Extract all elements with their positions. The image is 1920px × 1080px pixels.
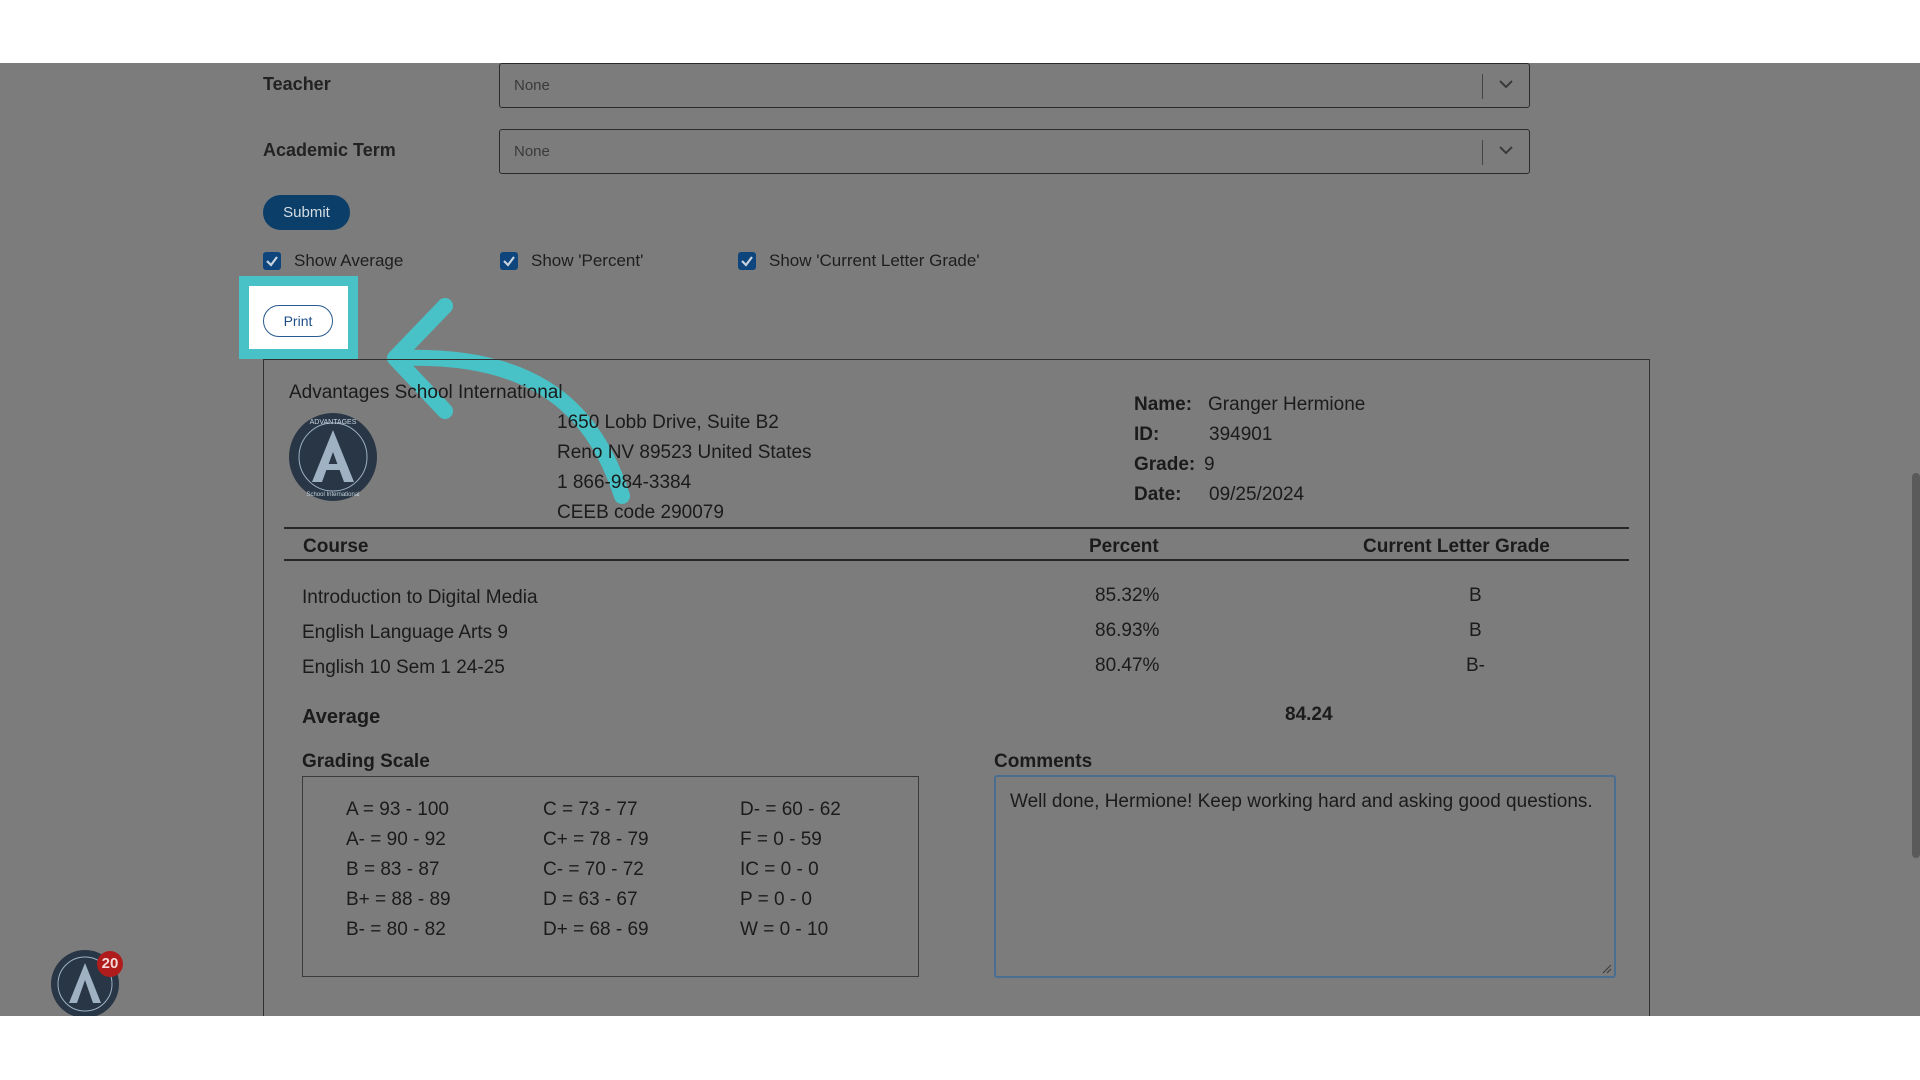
grading-scale-title: Grading Scale	[302, 751, 430, 772]
address-line-4: CEEB code 290079	[557, 502, 724, 523]
scale-entry: B- = 80 - 82	[346, 919, 446, 940]
print-highlight-inner: Print	[249, 286, 348, 349]
address-line-2: Reno NV 89523 United States	[557, 442, 812, 463]
table-top-divider	[284, 527, 1629, 529]
submit-button[interactable]: Submit	[263, 195, 350, 230]
address-line-3: 1 866-984-3384	[557, 472, 692, 493]
average-value: 84.24	[1285, 704, 1333, 725]
logo-subtext: School International	[306, 492, 359, 498]
select-separator	[1482, 140, 1483, 165]
resize-handle-icon[interactable]	[1602, 964, 1612, 974]
select-separator	[1482, 74, 1483, 99]
teacher-select[interactable]: None	[499, 63, 1530, 108]
scale-entry: D = 63 - 67	[543, 889, 638, 910]
school-logo: ADVANTAGES School International	[289, 413, 377, 501]
course-letter-grade: B	[1469, 585, 1482, 606]
teacher-label: Teacher	[263, 74, 331, 94]
course-letter-grade: B-	[1466, 655, 1485, 676]
print-button[interactable]: Print	[263, 305, 333, 337]
scale-entry: W = 0 - 10	[740, 919, 829, 940]
course-percent: 86.93%	[1095, 620, 1160, 641]
show-letter-grade-checkbox[interactable]	[738, 252, 756, 270]
academic-term-label: Academic Term	[263, 140, 396, 160]
logo-text: ADVANTAGES	[310, 419, 357, 426]
course-column-header: Course	[303, 536, 369, 557]
school-name: Advantages School International	[289, 382, 563, 403]
scale-entry: A = 93 - 100	[346, 799, 449, 820]
report-card: Advantages School International ADVANTAG…	[263, 359, 1650, 1016]
average-label: Average	[302, 706, 381, 728]
student-id: 394901	[1209, 424, 1273, 445]
course-name: Introduction to Digital Media	[302, 587, 538, 608]
scale-entry: F = 0 - 59	[740, 829, 822, 850]
print-highlight-box: Print	[239, 276, 358, 359]
notification-badge: 20	[97, 951, 123, 977]
checkmark-icon	[741, 256, 753, 267]
teacher-select-value: None	[514, 77, 550, 94]
scale-entry: B+ = 88 - 89	[346, 889, 451, 910]
scale-entry: IC = 0 - 0	[740, 859, 819, 880]
percent-column-header: Percent	[1089, 536, 1159, 557]
course-percent: 85.32%	[1095, 585, 1160, 606]
course-letter-grade: B	[1469, 620, 1482, 641]
scale-entry: D+ = 68 - 69	[543, 919, 649, 940]
student-grade: 9	[1204, 454, 1215, 475]
page-scrollbar[interactable]	[1912, 473, 1920, 858]
checkmark-icon	[266, 256, 278, 267]
scale-entry: A- = 90 - 92	[346, 829, 446, 850]
scale-entry: C = 73 - 77	[543, 799, 638, 820]
letter-grade-column-header: Current Letter Grade	[1363, 536, 1550, 557]
report-date-label: Date:	[1134, 484, 1182, 505]
student-id-label: ID:	[1134, 424, 1160, 445]
scale-entry: P = 0 - 0	[740, 889, 813, 910]
comments-title: Comments	[994, 751, 1093, 772]
chevron-down-icon[interactable]	[1497, 75, 1515, 93]
scale-entry: C+ = 78 - 79	[543, 829, 649, 850]
page-viewport: Teacher None Academic Term None Submit S…	[0, 63, 1920, 1016]
report-date: 09/25/2024	[1209, 484, 1305, 505]
student-grade-label: Grade:	[1134, 454, 1196, 475]
course-percent: 80.47%	[1095, 655, 1160, 676]
course-name: English Language Arts 9	[302, 622, 508, 643]
address-line-1: 1650 Lobb Drive, Suite B2	[557, 412, 779, 433]
show-letter-grade-label[interactable]: Show 'Current Letter Grade'	[769, 251, 980, 271]
show-average-checkbox[interactable]	[263, 252, 281, 270]
course-name: English 10 Sem 1 24-25	[302, 657, 505, 678]
scale-entry: B = 83 - 87	[346, 859, 440, 880]
grading-scale-box: A = 93 - 100 A- = 90 - 92 B = 83 - 87 B+…	[302, 776, 919, 977]
student-name-label: Name:	[1134, 394, 1193, 415]
scale-entry: C- = 70 - 72	[543, 859, 644, 880]
student-name: Granger Hermione	[1208, 394, 1366, 415]
chevron-down-icon[interactable]	[1497, 141, 1515, 159]
academic-term-select-value: None	[514, 143, 550, 160]
comments-textarea[interactable]: Well done, Hermione! Keep working hard a…	[994, 775, 1616, 978]
comments-text: Well done, Hermione! Keep working hard a…	[1010, 791, 1593, 812]
table-header-divider	[284, 559, 1629, 561]
academic-term-select[interactable]: None	[499, 129, 1530, 174]
scale-entry: D- = 60 - 62	[740, 799, 841, 820]
